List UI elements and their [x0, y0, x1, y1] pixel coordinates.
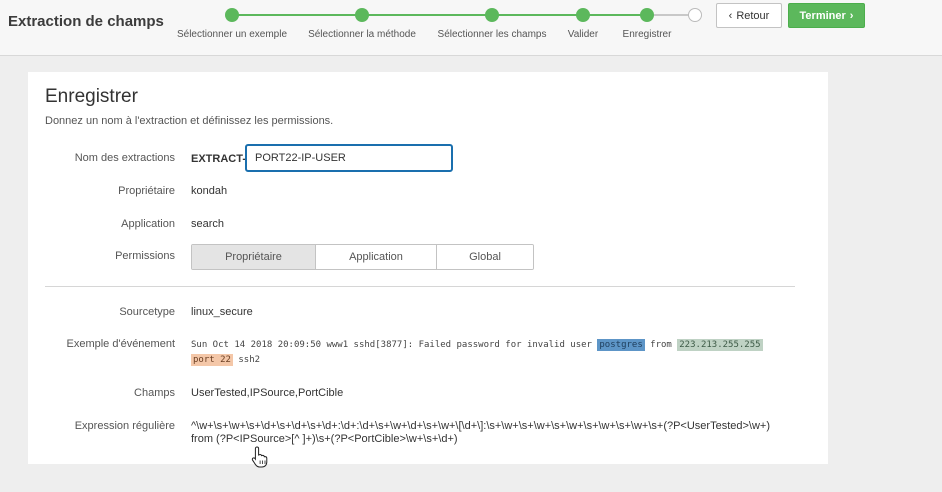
chevron-left-icon: ‹	[728, 9, 733, 22]
step-connector	[583, 14, 647, 16]
step-label-4: Valider	[567, 29, 599, 40]
step-label-2: Sélectionner la méthode	[308, 29, 416, 40]
fields-label: Champs	[134, 387, 175, 399]
regex-value: ^\w+\s+\w+\s+\d+\s+\d+\s+\d+:\d+:\d+\s+\…	[191, 420, 791, 446]
section-divider	[45, 286, 795, 287]
extraction-name-input[interactable]	[245, 144, 453, 172]
step-dot-1	[225, 8, 239, 22]
permissions-label: Permissions	[115, 250, 175, 262]
step-dot-6	[688, 8, 702, 22]
permission-app-button[interactable]: Application	[316, 245, 437, 269]
event-text: Sun Oct 14 2018 20:09:50 www1 sshd[3877]…	[191, 340, 598, 350]
event-text: ssh2	[232, 355, 261, 365]
permissions-toggle: Propriétaire Application Global	[191, 244, 534, 270]
step-label-5: Enregistrer	[622, 29, 672, 40]
step-connector	[362, 14, 492, 16]
owner-value: kondah	[191, 185, 228, 197]
step-dot-4	[576, 8, 590, 22]
regex-line: from (?P<IPSource>[^ ]+)\s+(?P<PortCible…	[191, 433, 458, 445]
hand-cursor-icon	[251, 446, 268, 468]
step-dot-2	[355, 8, 369, 22]
owner-label: Propriétaire	[118, 185, 175, 197]
application-label: Application	[121, 218, 175, 230]
fields-value: UserTested,IPSource,PortCible	[191, 387, 344, 399]
event-text: from	[644, 340, 678, 350]
regex-label: Expression régulière	[74, 420, 175, 432]
step-connector	[232, 14, 362, 16]
ip-source-highlight: 223.213.255.255	[677, 339, 763, 351]
back-button-label: Retour	[736, 9, 770, 22]
sourcetype-value: linux_secure	[191, 306, 253, 318]
port-cible-highlight: port 22	[191, 354, 233, 366]
regex-line: ^\w+\s+\w+\s+\d+\s+\d+\s+\d+:\d+:\d+\s+\…	[191, 420, 770, 432]
panel-title: Enregistrer	[45, 86, 138, 107]
permission-owner-button[interactable]: Propriétaire	[192, 245, 316, 269]
application-value: search	[191, 218, 225, 230]
finish-button[interactable]: Terminer ›	[788, 3, 865, 28]
step-connector	[492, 14, 583, 16]
user-tested-highlight: postgres	[597, 339, 645, 351]
step-dot-5	[640, 8, 654, 22]
extraction-name-prefix: EXTRACT-	[191, 153, 246, 165]
sourcetype-label: Sourcetype	[119, 306, 175, 318]
panel-subtitle: Donnez un nom à l'extraction et définiss…	[45, 115, 334, 127]
step-label-1: Sélectionner un exemple	[176, 29, 288, 40]
chevron-right-icon: ›	[849, 9, 854, 22]
event-example: Sun Oct 14 2018 20:09:50 www1 sshd[3877]…	[191, 338, 811, 368]
top-header: Extraction de champs Sélectionner un exe…	[0, 0, 942, 56]
save-panel: Enregistrer Donnez un nom à l'extraction…	[28, 72, 828, 464]
step-dot-3	[485, 8, 499, 22]
extraction-name-label: Nom des extractions	[74, 152, 175, 164]
step-label-3: Sélectionner les champs	[437, 29, 547, 40]
back-button[interactable]: ‹ Retour	[716, 3, 782, 28]
permission-global-button[interactable]: Global	[437, 245, 533, 269]
finish-button-label: Terminer	[799, 9, 846, 22]
event-example-label: Exemple d'événement	[66, 338, 176, 350]
